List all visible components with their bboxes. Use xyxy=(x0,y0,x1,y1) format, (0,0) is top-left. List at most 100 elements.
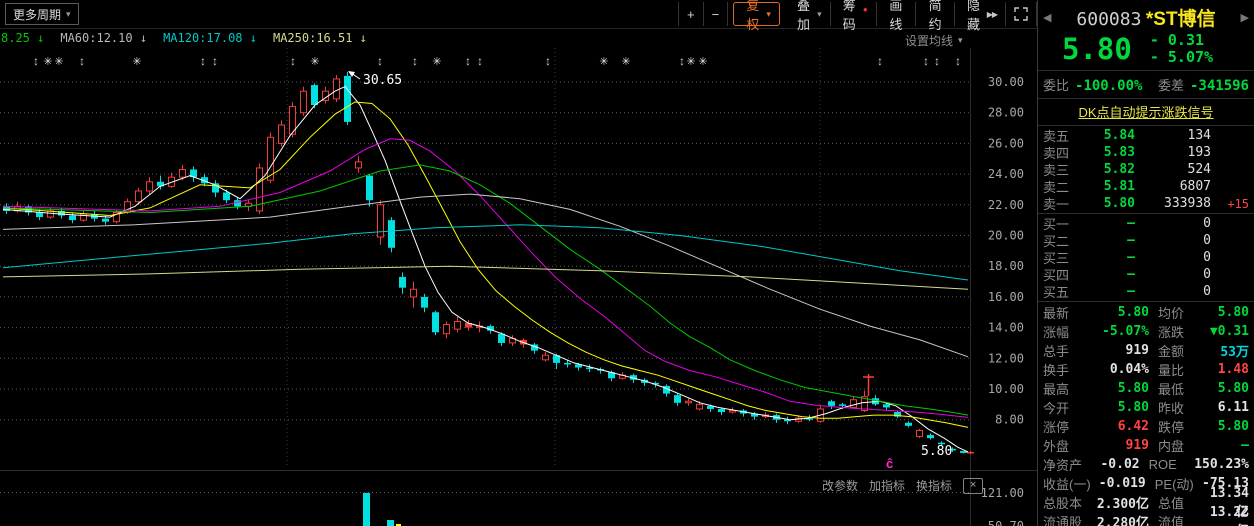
signal-markers-layer: ↕↕↕↕↕↕↕↕↕↕↕↕↕↕↕✳✳✳✳✳✳✳✳✳ xyxy=(33,54,961,68)
switch-indicator-link[interactable]: 换指标 xyxy=(916,477,952,494)
svg-text:↕: ↕ xyxy=(923,54,929,68)
last-price: 5.80 xyxy=(1062,32,1132,66)
svg-text:↕: ↕ xyxy=(679,54,685,68)
prev-stock-arrow-icon[interactable]: ◀ xyxy=(1041,11,1053,24)
bid-row[interactable]: 买二—0 xyxy=(1038,232,1254,249)
stock-app-window: 30.0028.0026.0024.0022.0020.0018.0016.00… xyxy=(0,0,1254,526)
stat-row: 总手919金额53万 xyxy=(1038,341,1254,360)
overlay-label: 叠加 xyxy=(793,0,814,33)
weibi-value: -100.00% xyxy=(1075,78,1142,94)
ask-row[interactable]: 卖五5.84134 xyxy=(1038,127,1254,144)
stat-row: 涨幅-5.07%涨跌▼0.31 xyxy=(1038,322,1254,341)
stat-row: 最新5.80均价5.80 xyxy=(1038,303,1254,322)
svg-text:✳: ✳ xyxy=(54,56,63,68)
svg-text:10.00: 10.00 xyxy=(988,382,1024,396)
svg-text:5.80: 5.80 xyxy=(921,444,952,459)
svg-text:20.00: 20.00 xyxy=(988,229,1024,243)
stat-row: 流通股2.280亿流值13.22亿 xyxy=(1038,512,1254,526)
adjust-rights-label: 复权 xyxy=(742,0,763,33)
more-periods-button[interactable]: 更多周期 ▾ xyxy=(5,3,79,25)
overlay-button[interactable]: 叠加 ▾ xyxy=(785,2,831,26)
ask-row[interactable]: 卖三5.82524 xyxy=(1038,161,1254,178)
ma-values-row: 8.25 ↓MA60:12.10 ↓MA120:17.08 ↓MA250:16.… xyxy=(1,31,367,46)
svg-text:ĉ: ĉ xyxy=(886,456,893,471)
ma-label-0: 8.25 ↓ xyxy=(1,31,44,46)
svg-text:30.65: 30.65 xyxy=(363,73,402,88)
candles-layer xyxy=(3,72,974,454)
svg-text:50.70: 50.70 xyxy=(988,519,1024,526)
svg-text:22.00: 22.00 xyxy=(988,198,1024,212)
svg-text:8.00: 8.00 xyxy=(995,413,1024,427)
weicha-value: -341596 xyxy=(1190,78,1249,94)
bid-row[interactable]: 买一—0 xyxy=(1038,215,1254,232)
zoom-out-button[interactable]: − xyxy=(704,2,729,26)
red-dot-icon: ● xyxy=(863,5,868,14)
price-change: - 0.31 xyxy=(1150,32,1213,49)
svg-text:↕: ↕ xyxy=(290,54,296,68)
svg-text:↕: ↕ xyxy=(79,54,85,68)
svg-text:12.00: 12.00 xyxy=(988,351,1024,365)
order-book: 卖五5.84134卖四5.83193卖三5.82524卖二5.816807卖一5… xyxy=(1038,127,1254,300)
fullscreen-icon xyxy=(1014,7,1028,21)
stock-name: *ST博信 xyxy=(1146,9,1216,30)
weibi-row: 委比 -100.00% 委差 -341596 xyxy=(1038,72,1254,97)
svg-text:✳: ✳ xyxy=(686,56,695,68)
chevron-down-icon: ▾ xyxy=(958,35,963,46)
bid-row[interactable]: 买五—0 xyxy=(1038,283,1254,300)
top-toolbar: 更多周期 ▾ + − 复权 ▾ 叠加 ▾ 筹码 ● 画线 简约 隐藏 ▶▶ xyxy=(0,0,1037,29)
adjust-rights-button[interactable]: 复权 ▾ xyxy=(733,2,780,26)
svg-text:↕: ↕ xyxy=(934,54,940,68)
svg-text:↕: ↕ xyxy=(477,54,483,68)
ask-row[interactable]: 卖一5.80333938+15 xyxy=(1038,195,1254,212)
svg-text:✳: ✳ xyxy=(132,56,141,68)
chevron-down-icon: ▾ xyxy=(817,9,822,20)
zoom-in-button[interactable]: + xyxy=(678,2,704,26)
weibi-label: 委比 xyxy=(1043,75,1069,94)
chart-toolbar: + − 复权 ▾ 叠加 ▾ 筹码 ● 画线 简约 隐藏 ▶▶ xyxy=(678,2,1037,26)
chevron-down-icon: ▾ xyxy=(766,9,771,20)
hide-button[interactable]: 隐藏 ▶▶ xyxy=(955,2,1006,26)
change-params-link[interactable]: 改参数 xyxy=(822,477,858,494)
svg-text:24.00: 24.00 xyxy=(988,167,1024,181)
stat-row: 外盘919内盘— xyxy=(1038,436,1254,455)
svg-text:28.00: 28.00 xyxy=(988,106,1024,120)
ma-label-1: MA60:12.10 ↓ xyxy=(60,31,147,46)
svg-text:↕: ↕ xyxy=(465,54,471,68)
ma-label-3: MA250:16.51 ↓ xyxy=(273,31,367,46)
svg-text:✳: ✳ xyxy=(599,56,608,68)
add-indicator-link[interactable]: 加指标 xyxy=(869,477,905,494)
svg-text:↕: ↕ xyxy=(412,54,418,68)
svg-text:30.00: 30.00 xyxy=(988,75,1024,89)
ask-row[interactable]: 卖四5.83193 xyxy=(1038,144,1254,161)
chevron-down-icon: ▾ xyxy=(66,9,71,20)
set-ma-button[interactable]: 设置均线 ▾ xyxy=(905,32,963,49)
ask-row[interactable]: 卖二5.816807 xyxy=(1038,178,1254,195)
chips-button[interactable]: 筹码 ● xyxy=(831,2,877,26)
simple-mode-button[interactable]: 简约 xyxy=(916,2,955,26)
dk-signal-link[interactable]: DK点自动提示涨跌信号 xyxy=(1038,100,1254,124)
stat-row: 今开5.80昨收6.11 xyxy=(1038,398,1254,417)
svg-text:✳: ✳ xyxy=(698,56,707,68)
more-periods-label: 更多周期 xyxy=(13,6,61,23)
svg-text:↕: ↕ xyxy=(877,54,883,68)
weicha-label: 委差 xyxy=(1158,75,1184,94)
svg-text:✳: ✳ xyxy=(310,56,319,68)
svg-text:↕: ↕ xyxy=(545,54,551,68)
kline-chart[interactable]: 30.0028.0026.0024.0022.0020.0018.0016.00… xyxy=(0,0,1037,526)
draw-line-button[interactable]: 画线 xyxy=(877,2,916,26)
next-stock-arrow-icon[interactable]: ▶ xyxy=(1239,11,1251,24)
ma-lines-layer xyxy=(3,87,968,452)
svg-text:✳: ✳ xyxy=(43,56,52,68)
stock-code: 600083 xyxy=(1076,9,1141,30)
bid-row[interactable]: 买三—0 xyxy=(1038,249,1254,266)
svg-text:16.00: 16.00 xyxy=(988,290,1024,304)
close-indicator-icon[interactable]: × xyxy=(963,478,983,494)
hide-label: 隐藏 xyxy=(963,0,983,33)
fast-forward-icon: ▶▶ xyxy=(987,10,997,19)
fullscreen-button[interactable] xyxy=(1006,2,1037,26)
svg-text:14.00: 14.00 xyxy=(988,321,1024,335)
stat-row: 涨停6.42跌停5.80 xyxy=(1038,417,1254,436)
bid-row[interactable]: 买四—0 xyxy=(1038,266,1254,283)
svg-text:✳: ✳ xyxy=(432,56,441,68)
price-row: 5.80 - 0.31 - 5.07% xyxy=(1038,31,1254,69)
